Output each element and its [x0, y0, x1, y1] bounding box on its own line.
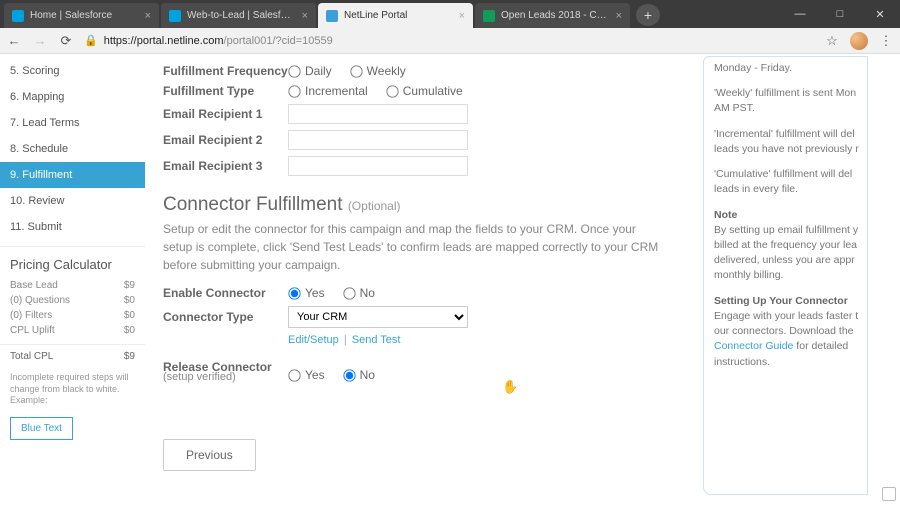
email-recipient-3-label: Email Recipient 3 [163, 159, 288, 173]
star-icon[interactable]: ☆ [824, 33, 840, 49]
help-text: Monday - Friday. [714, 61, 865, 76]
email-recipient-1-label: Email Recipient 1 [163, 107, 288, 121]
scroll-indicator-icon[interactable] [882, 487, 896, 501]
freq-weekly-radio[interactable]: Weekly [350, 64, 406, 78]
browser-tab[interactable]: Home | Salesforce × [4, 3, 159, 28]
reload-icon[interactable]: ⟳ [58, 33, 74, 49]
step-schedule[interactable]: 8. Schedule [0, 136, 145, 162]
email-recipient-3-input[interactable] [288, 156, 468, 176]
main-content: Fulfillment Frequency Daily Weekly Fulfi… [145, 54, 900, 505]
email-recipient-2-input[interactable] [288, 130, 468, 150]
minimize-button[interactable]: ― [780, 0, 820, 28]
forward-icon[interactable]: → [32, 33, 48, 48]
step-mapping[interactable]: 6. Mapping [0, 84, 145, 110]
salesforce-icon [12, 10, 24, 22]
back-icon[interactable]: ← [6, 33, 22, 48]
connector-type-label: Connector Type [163, 310, 288, 324]
pricing-row: (0) Questions$0 [0, 293, 145, 308]
send-test-link[interactable]: Send Test [352, 334, 401, 346]
enable-no-radio[interactable]: No [343, 286, 375, 300]
browser-tab-active[interactable]: NetLine Portal × [318, 3, 473, 28]
connector-type-select[interactable]: Your CRM [288, 306, 468, 328]
url-host: https://portal.netline.com [104, 35, 224, 47]
menu-icon[interactable]: ⋮ [878, 33, 894, 49]
pricing-row: CPL Uplift$0 [0, 323, 145, 338]
type-incremental-radio[interactable]: Incremental [288, 84, 368, 98]
blue-text-example[interactable]: Blue Text [10, 417, 73, 440]
url-path: /portal001/?cid=10559 [224, 35, 333, 47]
pricing-calculator-heading: Pricing Calculator [0, 246, 145, 278]
separator: | [344, 334, 347, 346]
avatar[interactable] [850, 32, 868, 50]
new-tab-button[interactable]: + [636, 4, 660, 26]
enable-yes-radio[interactable]: Yes [288, 286, 325, 300]
fulfillment-frequency-label: Fulfillment Frequency [163, 64, 288, 78]
help-text: 'Weekly' fulfillment is sent Mon AM PST. [714, 86, 865, 116]
tab-label: Home | Salesforce [30, 10, 139, 21]
release-yes-radio[interactable]: Yes [288, 368, 325, 382]
tab-label: NetLine Portal [344, 10, 453, 21]
close-window-button[interactable]: ✕ [860, 0, 900, 28]
pricing-row: Base Lead$9 [0, 278, 145, 293]
address-bar[interactable]: 🔒 https://portal.netline.com/portal001/?… [84, 34, 814, 47]
close-icon[interactable]: × [459, 10, 465, 22]
page-body: 5. Scoring 6. Mapping 7. Lead Terms 8. S… [0, 54, 900, 505]
wizard-sidebar: 5. Scoring 6. Mapping 7. Lead Terms 8. S… [0, 54, 145, 505]
maximize-button[interactable]: □ [820, 0, 860, 28]
browser-nav-bar: ← → ⟳ 🔒 https://portal.netline.com/porta… [0, 28, 900, 54]
step-submit[interactable]: 11. Submit [0, 214, 145, 240]
freq-daily-radio[interactable]: Daily [288, 64, 332, 78]
window-controls: ― □ ✕ [780, 0, 900, 28]
tab-label: Open Leads 2018 - Connector T… [501, 10, 610, 21]
help-text: 'Incremental' fulfillment will del leads… [714, 127, 865, 157]
connector-guide-link[interactable]: Connector Guide [714, 340, 793, 352]
lock-icon: 🔒 [84, 34, 98, 47]
step-fulfillment[interactable]: 9. Fulfillment [0, 162, 145, 188]
sheets-icon [483, 10, 495, 22]
pricing-total: Total CPL$9 [0, 344, 145, 364]
fulfillment-type-label: Fulfillment Type [163, 84, 288, 98]
close-icon[interactable]: × [302, 10, 308, 22]
email-recipient-2-label: Email Recipient 2 [163, 133, 288, 147]
connector-fulfillment-heading: Connector Fulfillment (Optional) [163, 194, 703, 216]
netline-icon [326, 10, 338, 22]
step-scoring[interactable]: 5. Scoring [0, 58, 145, 84]
help-panel: Monday - Friday. 'Weekly' fulfillment is… [703, 56, 868, 495]
sidebar-note: Incomplete required steps will change fr… [0, 364, 145, 413]
connector-fulfillment-description: Setup or edit the connector for this cam… [163, 220, 663, 274]
step-review[interactable]: 10. Review [0, 188, 145, 214]
browser-tab[interactable]: Open Leads 2018 - Connector T… × [475, 3, 630, 28]
step-lead-terms[interactable]: 7. Lead Terms [0, 110, 145, 136]
email-recipient-1-input[interactable] [288, 104, 468, 124]
help-setup: Setting Up Your ConnectorEngage with you… [714, 294, 865, 370]
close-icon[interactable]: × [145, 10, 151, 22]
salesforce-icon [169, 10, 181, 22]
close-icon[interactable]: × [616, 10, 622, 22]
browser-tab[interactable]: Web-to-Lead | Salesforce × [161, 3, 316, 28]
help-note: NoteBy setting up email fulfillment y bi… [714, 208, 865, 284]
browser-tab-strip: Home | Salesforce × Web-to-Lead | Salesf… [0, 0, 900, 28]
type-cumulative-radio[interactable]: Cumulative [386, 84, 463, 98]
previous-button[interactable]: Previous [163, 439, 256, 471]
tab-label: Web-to-Lead | Salesforce [187, 10, 296, 21]
pricing-row: (0) Filters$0 [0, 308, 145, 323]
help-text: 'Cumulative' fulfillment will del leads … [714, 167, 865, 197]
edit-setup-link[interactable]: Edit/Setup [288, 334, 339, 346]
enable-connector-label: Enable Connector [163, 286, 288, 300]
release-no-radio[interactable]: No [343, 368, 375, 382]
